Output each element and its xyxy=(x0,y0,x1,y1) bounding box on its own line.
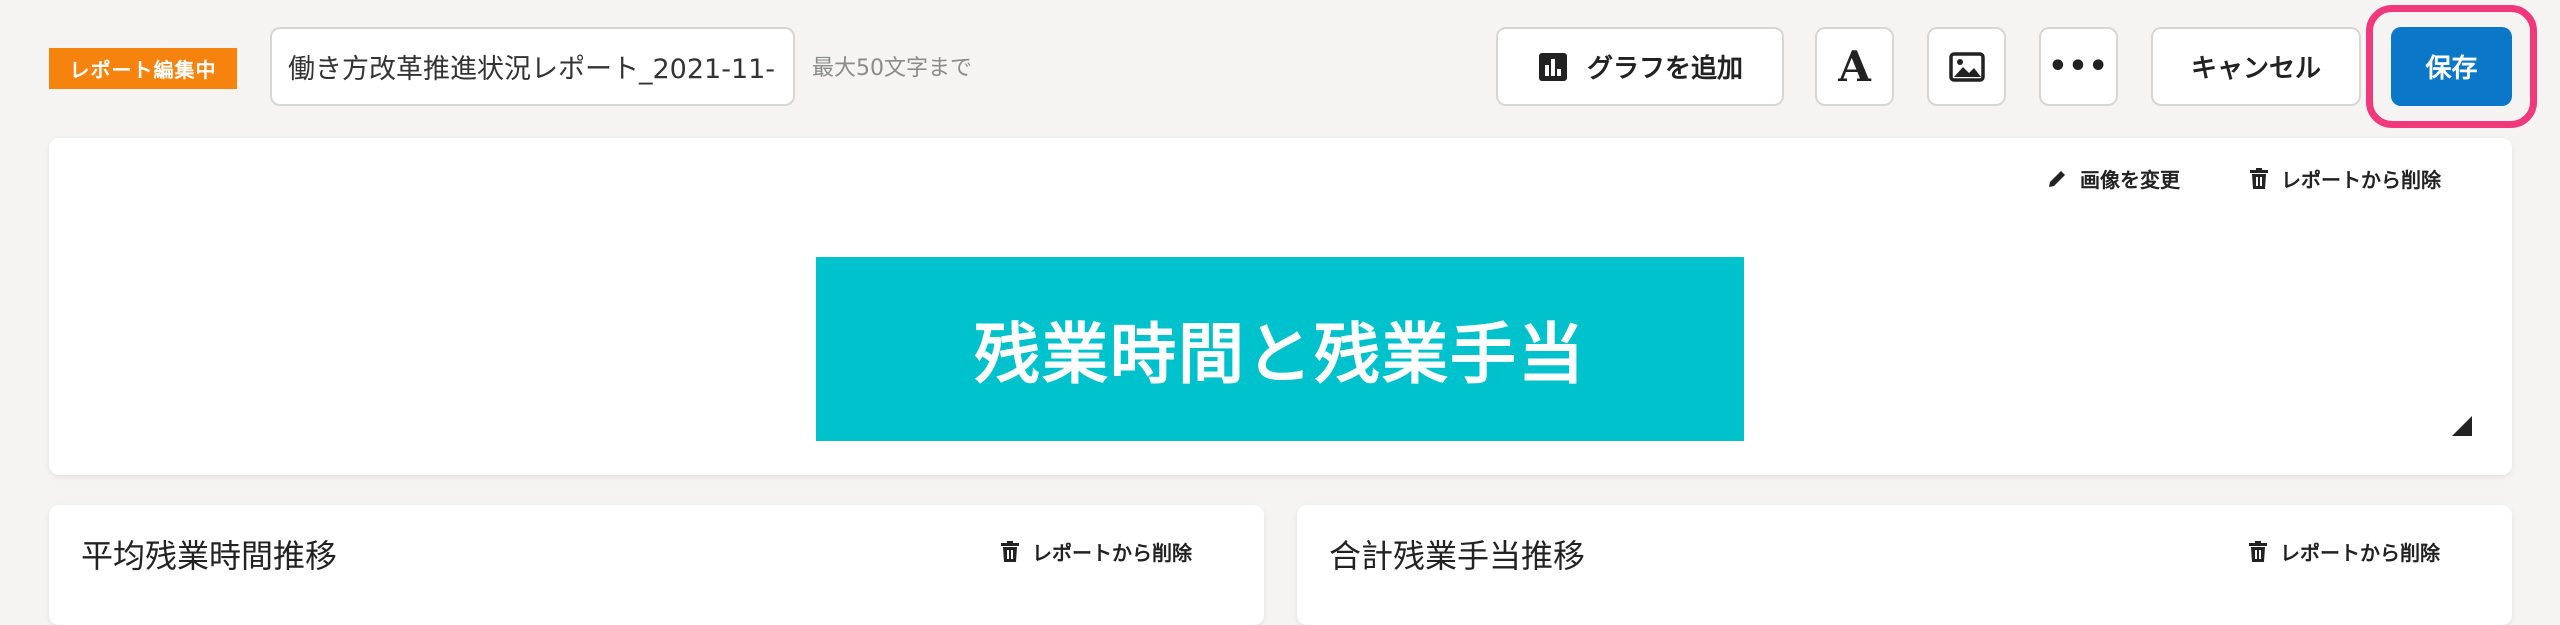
add-text-button[interactable]: A xyxy=(1815,27,1894,106)
change-image-label: 画像を変更 xyxy=(2080,168,2180,192)
banner-delete-label: レポートから削除 xyxy=(2281,168,2441,192)
trash-icon xyxy=(2250,167,2268,189)
banner-delete-button[interactable]: レポートから削除 xyxy=(2249,164,2441,193)
widget-delete-button[interactable]: レポートから削除 xyxy=(1000,537,1192,566)
widget-delete-label: レポートから削除 xyxy=(1032,541,1192,565)
more-icon: ••• xyxy=(2048,49,2109,84)
trash-icon xyxy=(2249,540,2267,562)
add-graph-button[interactable]: グラフを追加 xyxy=(1496,27,1784,106)
widget-title: 平均残業時間推移 xyxy=(81,537,338,575)
resize-handle-icon[interactable] xyxy=(2452,416,2472,436)
image-icon xyxy=(1948,51,1985,82)
widget-delete-button[interactable]: レポートから削除 xyxy=(2248,537,2440,566)
add-image-button[interactable] xyxy=(1927,27,2006,106)
save-button[interactable]: 保存 xyxy=(2391,27,2512,106)
widget-title: 合計残業手当推移 xyxy=(1329,537,1586,575)
trash-icon xyxy=(1001,540,1019,562)
change-image-button[interactable]: 画像を変更 xyxy=(2046,164,2180,193)
text-icon: A xyxy=(1838,42,1871,91)
widget-delete-label: レポートから削除 xyxy=(2280,541,2440,565)
report-title-input[interactable] xyxy=(270,27,795,106)
add-graph-label: グラフを追加 xyxy=(1586,54,1743,84)
banner-image: 残業時間と残業手当 xyxy=(816,257,1744,441)
editor-toolbar: レポート編集中 最大50文字まで グラフを追加 A ••• キャンセル 保存 xyxy=(0,0,2560,135)
bar-chart-icon xyxy=(1538,52,1567,81)
widget-card: 平均残業時間推移 レポートから削除 xyxy=(49,505,1264,625)
status-badge: レポート編集中 xyxy=(49,48,237,89)
banner-widget: 画像を変更 レポートから削除 残業時間と残業手当 xyxy=(49,138,2512,475)
pencil-icon xyxy=(2049,170,2065,187)
title-length-hint: 最大50文字まで xyxy=(812,56,972,81)
widget-card: 合計残業手当推移 レポートから削除 xyxy=(1297,505,2512,625)
more-options-button[interactable]: ••• xyxy=(2039,27,2118,106)
cancel-button[interactable]: キャンセル xyxy=(2151,27,2361,106)
